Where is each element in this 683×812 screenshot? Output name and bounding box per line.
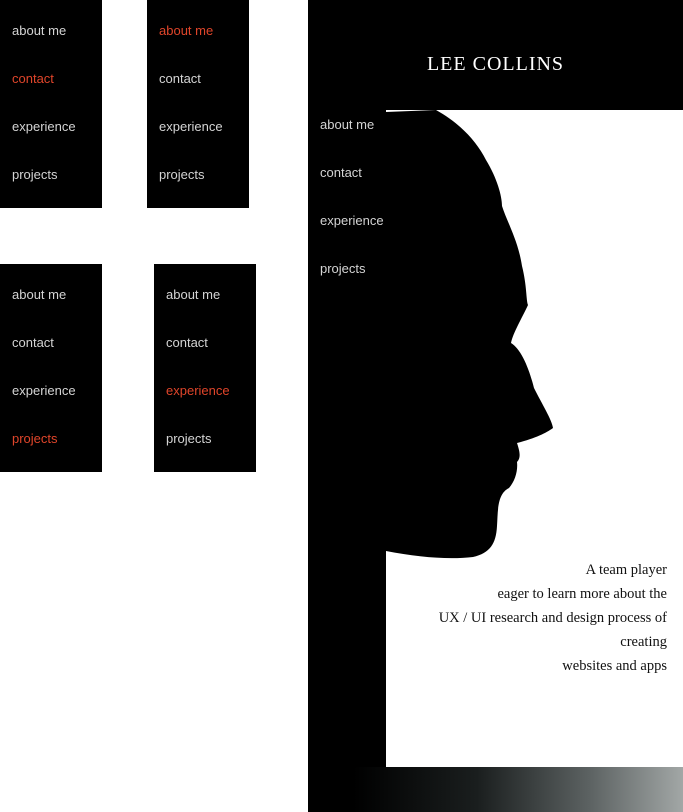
nav-item-contact[interactable]: contact	[320, 165, 362, 180]
page-sidebar-nav: about me contact experience projects	[308, 110, 386, 812]
nav-item-about-me[interactable]: about me	[320, 117, 374, 132]
page-header: LEE COLLINS	[308, 0, 683, 110]
footer-gradient-bar	[308, 767, 683, 812]
menu-panel-about-active: about me contact experience projects	[147, 0, 249, 208]
tagline-line: A team player	[585, 562, 667, 578]
menu-panel-contact-active: about me contact experience projects	[0, 0, 102, 208]
menu-item-experience[interactable]: experience	[166, 383, 230, 398]
nav-item-projects[interactable]: projects	[320, 261, 366, 276]
menu-item-projects[interactable]: projects	[12, 431, 58, 446]
menu-item-contact[interactable]: contact	[166, 335, 208, 350]
menu-item-contact[interactable]: contact	[159, 71, 201, 86]
menu-item-contact[interactable]: contact	[12, 335, 54, 350]
tagline-line: creating	[620, 634, 667, 650]
menu-panel-projects-active: about me contact experience projects	[0, 264, 102, 472]
menu-item-projects[interactable]: projects	[12, 167, 58, 182]
menu-item-contact[interactable]: contact	[12, 71, 54, 86]
menu-item-about-me[interactable]: about me	[12, 287, 66, 302]
menu-item-about-me[interactable]: about me	[12, 23, 66, 38]
tagline-line: UX / UI research and design process of	[438, 610, 667, 626]
menu-item-about-me[interactable]: about me	[166, 287, 220, 302]
menu-item-projects[interactable]: projects	[166, 431, 212, 446]
tagline-line: websites and apps	[562, 658, 667, 674]
menu-item-experience[interactable]: experience	[12, 119, 76, 134]
menu-item-experience[interactable]: experience	[159, 119, 223, 134]
menu-item-projects[interactable]: projects	[159, 167, 205, 182]
menu-panel-experience-active: about me contact experience projects	[154, 264, 256, 472]
page-title: LEE COLLINS	[426, 53, 565, 75]
menu-item-about-me[interactable]: about me	[159, 23, 213, 38]
tagline: A team player eager to learn more about …	[397, 558, 667, 678]
nav-item-experience[interactable]: experience	[320, 213, 384, 228]
menu-item-experience[interactable]: experience	[12, 383, 76, 398]
portfolio-page: LEE COLLINS about me contact experience …	[308, 0, 683, 812]
tagline-line: eager to learn more about the	[497, 586, 668, 602]
